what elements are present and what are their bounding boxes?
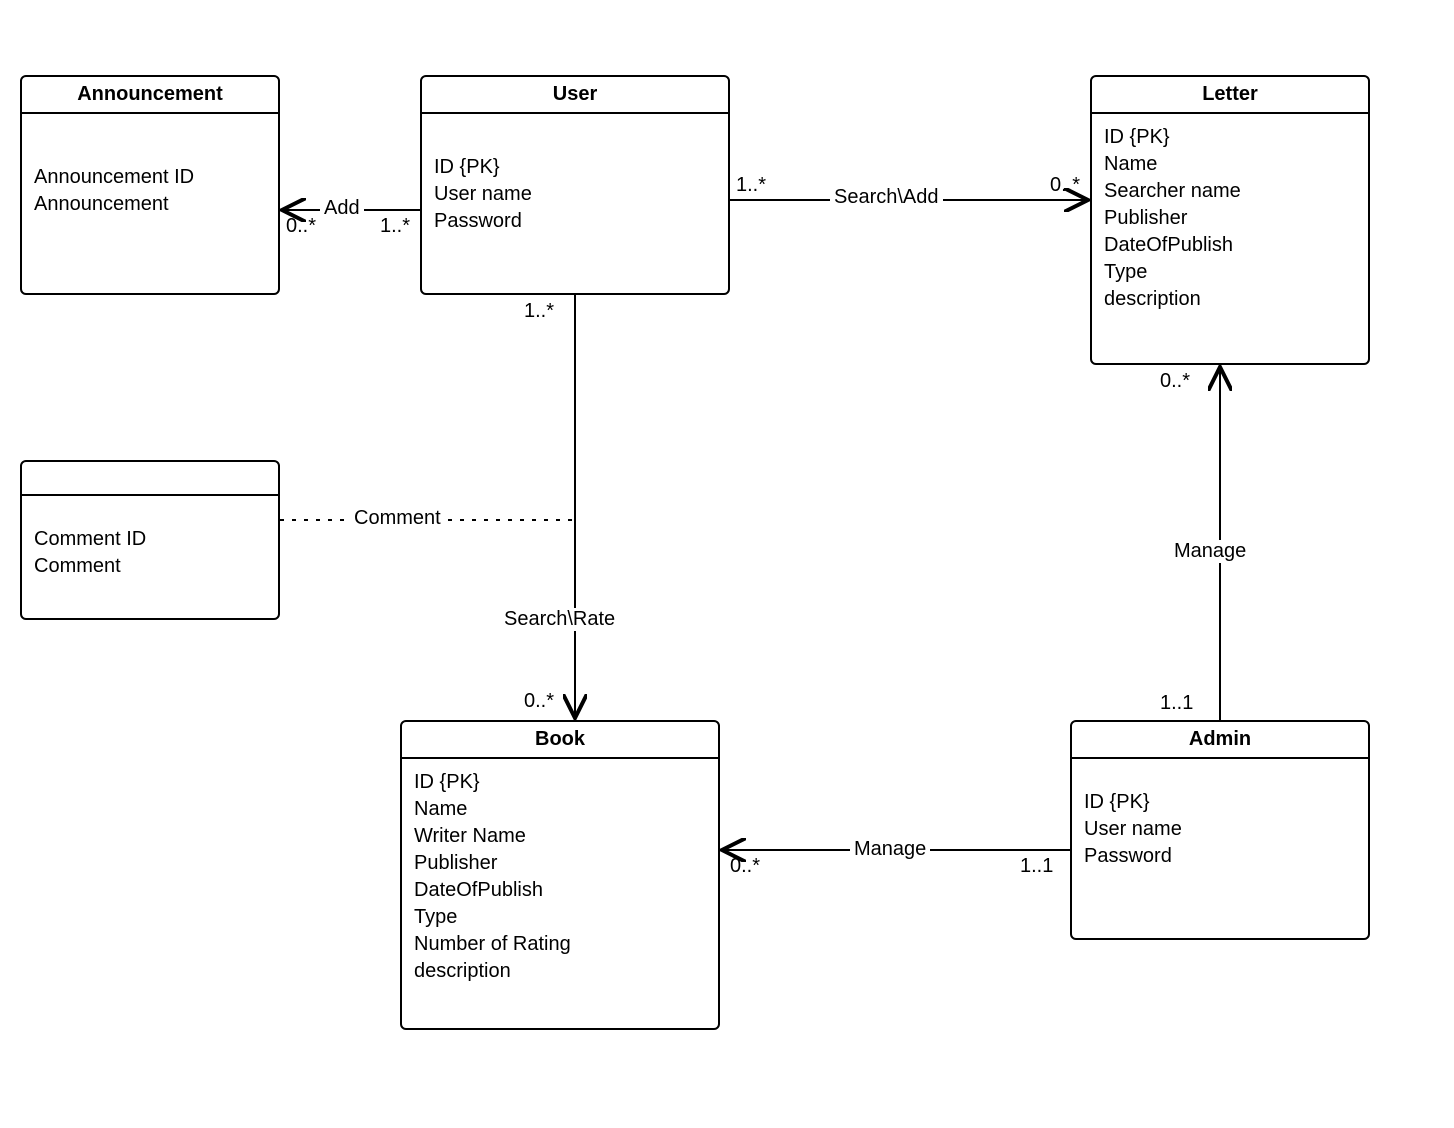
- class-announcement: Announcement Announcement ID Announcemen…: [20, 75, 280, 295]
- class-letter: Letter ID {PK} Name Searcher name Publis…: [1090, 75, 1370, 365]
- class-body: Comment ID Comment: [22, 496, 278, 590]
- class-body: ID {PK} User name Password: [1072, 759, 1368, 880]
- assoc-label-manage-book: Manage: [850, 838, 930, 861]
- attr: Searcher name: [1104, 178, 1356, 205]
- class-admin: Admin ID {PK} User name Password: [1070, 720, 1370, 940]
- mult: 1..1: [1160, 692, 1193, 715]
- mult: 1..*: [524, 300, 554, 323]
- attr: Comment: [34, 553, 266, 580]
- mult: 0..*: [1160, 370, 1190, 393]
- assoc-label-search-add: Search\Add: [830, 186, 943, 209]
- assoc-label-manage-letter: Manage: [1170, 540, 1250, 563]
- attr: DateOfPublish: [1104, 232, 1356, 259]
- attr: description: [414, 958, 706, 985]
- mult: 0..*: [730, 855, 760, 878]
- assoc-label-search-rate: Search\Rate: [500, 608, 619, 631]
- attr: Comment ID: [34, 526, 266, 553]
- attr: DateOfPublish: [414, 877, 706, 904]
- assoc-label-comment: Comment: [350, 507, 445, 530]
- class-body: ID {PK} User name Password: [422, 114, 728, 245]
- attr: Writer Name: [414, 823, 706, 850]
- attr: Number of Rating: [414, 931, 706, 958]
- mult: 1..*: [736, 174, 766, 197]
- attr: Type: [414, 904, 706, 931]
- attr: ID {PK}: [1084, 789, 1356, 816]
- attr: Publisher: [1104, 205, 1356, 232]
- mult: 0..*: [1050, 174, 1080, 197]
- attr: Publisher: [414, 850, 706, 877]
- attr: Announcement ID: [34, 164, 266, 191]
- attr: User name: [434, 181, 716, 208]
- attr: Password: [434, 208, 716, 235]
- class-body: ID {PK} Name Writer Name Publisher DateO…: [402, 759, 718, 995]
- class-title: Letter: [1092, 77, 1368, 114]
- class-body: ID {PK} Name Searcher name Publisher Dat…: [1092, 114, 1368, 323]
- class-title: User: [422, 77, 728, 114]
- assoc-label-add: Add: [320, 197, 364, 220]
- class-title: [22, 462, 278, 496]
- mult: 1..1: [1020, 855, 1053, 878]
- attr: Announcement: [34, 191, 266, 218]
- class-title: Admin: [1072, 722, 1368, 759]
- class-book: Book ID {PK} Name Writer Name Publisher …: [400, 720, 720, 1030]
- uml-class-diagram: Announcement Announcement ID Announcemen…: [0, 0, 1454, 1128]
- class-title: Announcement: [22, 77, 278, 114]
- mult: 1..*: [380, 215, 410, 238]
- class-title: Book: [402, 722, 718, 759]
- attr: User name: [1084, 816, 1356, 843]
- mult: 0..*: [286, 215, 316, 238]
- attr: Type: [1104, 259, 1356, 286]
- attr: Name: [1104, 151, 1356, 178]
- attr: Name: [414, 796, 706, 823]
- class-user: User ID {PK} User name Password: [420, 75, 730, 295]
- class-comment: Comment ID Comment: [20, 460, 280, 620]
- mult: 0..*: [524, 690, 554, 713]
- class-body: Announcement ID Announcement: [22, 114, 278, 228]
- attr: ID {PK}: [1104, 124, 1356, 151]
- attr: ID {PK}: [414, 769, 706, 796]
- attr: Password: [1084, 843, 1356, 870]
- attr: description: [1104, 286, 1356, 313]
- attr: ID {PK}: [434, 154, 716, 181]
